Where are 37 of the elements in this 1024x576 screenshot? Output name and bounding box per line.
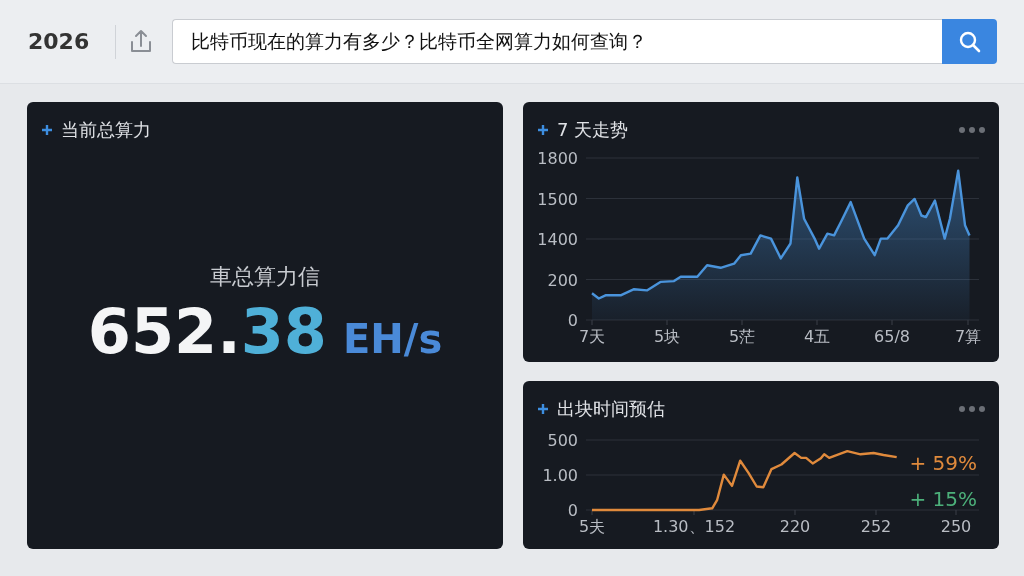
year-label: 2026 <box>28 28 90 56</box>
plus-icon <box>537 123 549 136</box>
percent-change: + 59% <box>909 451 977 475</box>
plus-icon <box>537 402 549 415</box>
axis-label: 200 <box>547 270 578 290</box>
axis-label: 1.00 <box>542 466 578 485</box>
more-icon[interactable] <box>959 405 985 412</box>
more-icon[interactable] <box>959 126 985 133</box>
card-title: 当前总算力 <box>61 118 151 142</box>
card-title: 出块时间预估 <box>557 397 665 421</box>
axis-label: 7算 <box>954 327 982 346</box>
axis-label: 1500 <box>537 189 578 209</box>
search-field[interactable]: 比特币现在的算力有多少？比特币全网算力如何查询？ <box>172 19 942 64</box>
axis-label: 252 <box>860 517 892 536</box>
axis-label: 1.30、152 <box>652 517 736 536</box>
axis-label: 65/8 <box>874 327 910 346</box>
axis-label: 0 <box>567 501 578 520</box>
metric-label: 車总算力信 <box>210 263 320 291</box>
unit-label: EH/s <box>343 315 443 364</box>
hashrate-value: 652.38 <box>87 301 327 363</box>
axis-label: 500 <box>547 431 578 450</box>
card-title: 7 天走势 <box>557 118 629 142</box>
plus-icon <box>41 123 53 136</box>
axis-label: 1800 <box>537 149 578 168</box>
percent-change: + 15% <box>909 487 977 511</box>
axis-label: 0 <box>567 311 578 330</box>
axis-label: 220 <box>779 517 811 536</box>
axis-label: 5块 <box>653 327 681 346</box>
search-button[interactable] <box>942 19 997 64</box>
axis-label: 1400 <box>537 230 578 249</box>
search-icon <box>957 29 982 54</box>
axis-label: 4五 <box>803 327 831 346</box>
axis-label: 5茫 <box>728 327 756 346</box>
axis-label: 7天 <box>578 327 606 346</box>
axis-label: 250 <box>940 517 972 536</box>
axis-label: 5夫 <box>578 517 606 536</box>
tick-mark <box>591 509 593 516</box>
